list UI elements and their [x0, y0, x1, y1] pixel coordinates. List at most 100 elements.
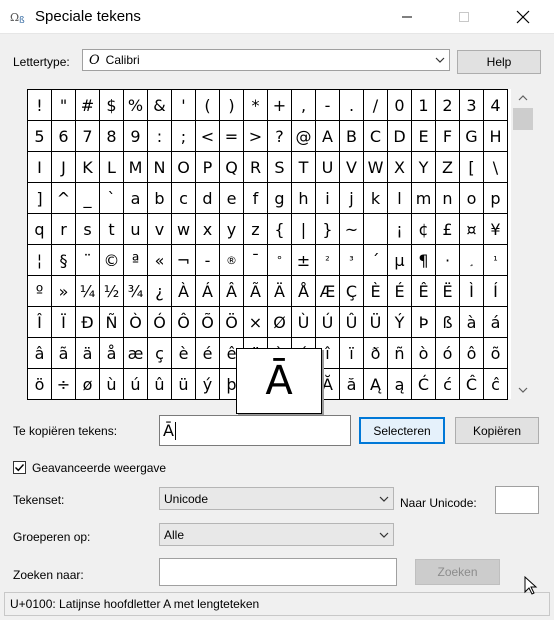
- char-cell[interactable]: g: [268, 183, 292, 214]
- char-cell[interactable]: C: [364, 121, 388, 152]
- char-cell[interactable]: y: [220, 214, 244, 245]
- char-cell[interactable]: #: [76, 90, 100, 121]
- char-cell[interactable]: ¦: [28, 245, 52, 276]
- char-cell[interactable]: á: [484, 307, 508, 338]
- char-cell[interactable]: G: [460, 121, 484, 152]
- char-cell[interactable]: ]: [28, 183, 52, 214]
- goto-unicode-input[interactable]: [495, 486, 539, 514]
- char-cell[interactable]: U: [316, 152, 340, 183]
- minimize-button[interactable]: [384, 0, 430, 34]
- char-cell[interactable]: ½: [100, 276, 124, 307]
- charset-dropdown[interactable]: Unicode: [159, 487, 394, 510]
- char-cell[interactable]: Ò: [124, 307, 148, 338]
- char-cell[interactable]: T: [292, 152, 316, 183]
- char-cell[interactable]: §: [52, 245, 76, 276]
- char-cell[interactable]: +: [268, 90, 292, 121]
- char-cell[interactable]: Y: [412, 152, 436, 183]
- char-cell[interactable]: æ: [124, 338, 148, 369]
- char-cell[interactable]: K: [76, 152, 100, 183]
- char-cell[interactable]: /: [364, 90, 388, 121]
- char-cell[interactable]: ´: [364, 245, 388, 276]
- copy-characters-input[interactable]: Ā: [159, 415, 351, 446]
- char-cell[interactable]: ¼: [76, 276, 100, 307]
- char-cell[interactable]: k: [364, 183, 388, 214]
- close-button[interactable]: [500, 0, 546, 34]
- char-cell[interactable]: :: [148, 121, 172, 152]
- char-cell[interactable]: d: [196, 183, 220, 214]
- maximize-button[interactable]: [441, 0, 487, 34]
- char-cell[interactable]: %: [124, 90, 148, 121]
- char-cell[interactable]: ú: [124, 369, 148, 400]
- char-cell[interactable]: S: [268, 152, 292, 183]
- char-cell[interactable]: ¥: [484, 214, 508, 245]
- char-cell[interactable]: ¯: [244, 245, 268, 276]
- char-cell[interactable]: õ: [484, 338, 508, 369]
- char-cell[interactable]: Ü: [364, 307, 388, 338]
- char-cell[interactable]: Ê: [412, 276, 436, 307]
- char-cell[interactable]: Ë: [436, 276, 460, 307]
- char-cell[interactable]: ¸: [460, 245, 484, 276]
- char-cell[interactable]: ©: [100, 245, 124, 276]
- char-cell[interactable]: }: [316, 214, 340, 245]
- char-cell[interactable]: Ï: [52, 307, 76, 338]
- char-cell[interactable]: z: [244, 214, 268, 245]
- char-cell[interactable]: ¡: [388, 214, 412, 245]
- char-cell[interactable]: D: [388, 121, 412, 152]
- char-cell[interactable]: h: [292, 183, 316, 214]
- char-cell[interactable]: 2: [436, 90, 460, 121]
- char-cell[interactable]: ×: [244, 307, 268, 338]
- char-cell[interactable]: e: [220, 183, 244, 214]
- char-cell[interactable]: -: [196, 245, 220, 276]
- char-cell[interactable]: Ý: [388, 307, 412, 338]
- char-cell[interactable]: [364, 214, 388, 245]
- char-cell[interactable]: v: [148, 214, 172, 245]
- char-cell[interactable]: Ö: [220, 307, 244, 338]
- char-cell[interactable]: F: [436, 121, 460, 152]
- char-cell[interactable]: w: [172, 214, 196, 245]
- char-cell[interactable]: Û: [340, 307, 364, 338]
- char-cell[interactable]: ä: [76, 338, 100, 369]
- char-cell[interactable]: ñ: [388, 338, 412, 369]
- char-cell[interactable]: $: [100, 90, 124, 121]
- char-cell[interactable]: Ù: [292, 307, 316, 338]
- char-cell[interactable]: p: [484, 183, 508, 214]
- char-cell[interactable]: a: [124, 183, 148, 214]
- char-cell[interactable]: Î: [28, 307, 52, 338]
- char-cell[interactable]: ï: [340, 338, 364, 369]
- char-cell[interactable]: J: [52, 152, 76, 183]
- char-cell[interactable]: ü: [172, 369, 196, 400]
- char-cell[interactable]: Ô: [172, 307, 196, 338]
- char-cell[interactable]: ć: [436, 369, 460, 400]
- group-by-dropdown[interactable]: Alle: [159, 523, 394, 546]
- char-cell[interactable]: *: [244, 90, 268, 121]
- char-cell[interactable]: I: [28, 152, 52, 183]
- scroll-thumb[interactable]: [513, 108, 533, 130]
- char-cell[interactable]: i: [316, 183, 340, 214]
- char-cell[interactable]: >: [244, 121, 268, 152]
- char-cell[interactable]: P: [196, 152, 220, 183]
- char-cell[interactable]: è: [172, 338, 196, 369]
- char-cell[interactable]: q: [28, 214, 52, 245]
- char-cell[interactable]: ?: [268, 121, 292, 152]
- char-cell[interactable]: Ð: [76, 307, 100, 338]
- copy-button[interactable]: Kopiëren: [455, 417, 539, 444]
- char-cell[interactable]: N: [148, 152, 172, 183]
- char-cell[interactable]: ;: [172, 121, 196, 152]
- char-cell[interactable]: <: [196, 121, 220, 152]
- char-cell[interactable]: µ: [388, 245, 412, 276]
- char-cell[interactable]: Õ: [196, 307, 220, 338]
- char-cell[interactable]: 5: [28, 121, 52, 152]
- char-cell[interactable]: ö: [28, 369, 52, 400]
- char-cell[interactable]: ~: [340, 214, 364, 245]
- char-cell[interactable]: ¢: [412, 214, 436, 245]
- help-button[interactable]: Help: [457, 50, 541, 74]
- char-cell[interactable]: s: [76, 214, 100, 245]
- char-cell[interactable]: {: [268, 214, 292, 245]
- char-cell[interactable]: ð: [364, 338, 388, 369]
- char-cell[interactable]: Â: [220, 276, 244, 307]
- char-cell[interactable]: t: [100, 214, 124, 245]
- char-cell[interactable]: È: [364, 276, 388, 307]
- char-cell[interactable]: u: [124, 214, 148, 245]
- char-cell[interactable]: .: [340, 90, 364, 121]
- char-cell[interactable]: ò: [412, 338, 436, 369]
